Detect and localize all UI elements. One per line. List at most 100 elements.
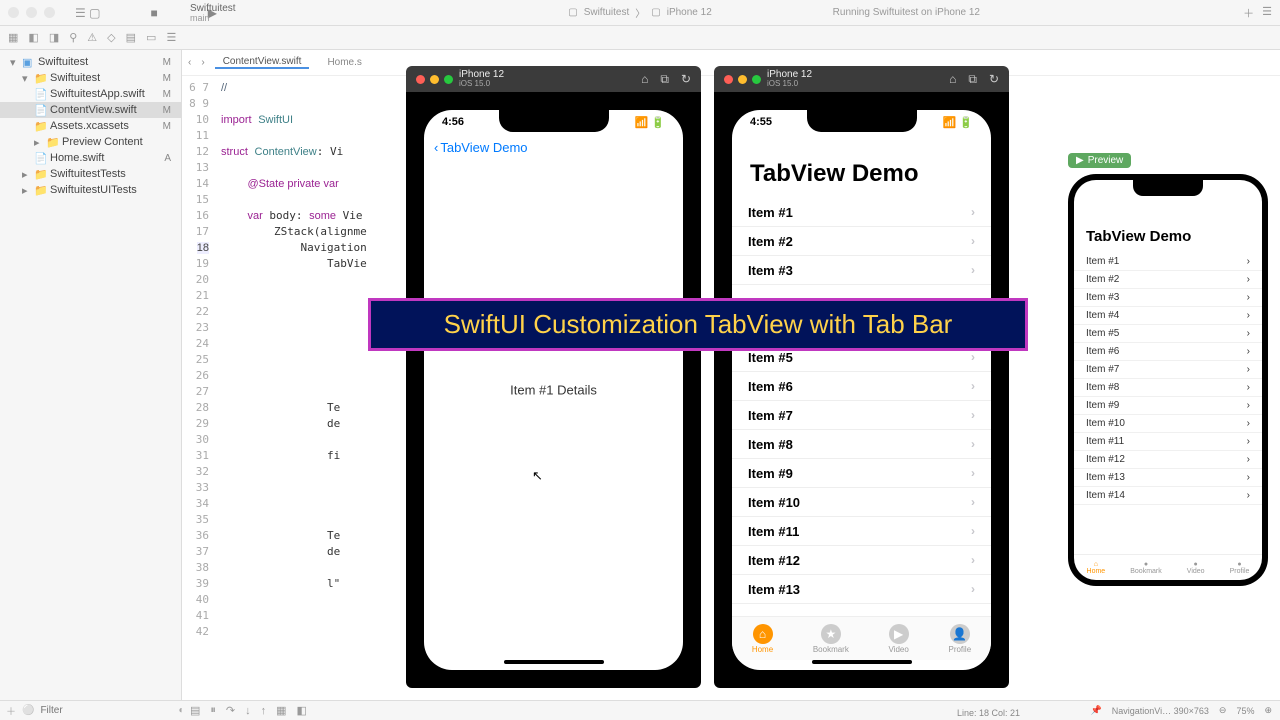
file-row[interactable]: ▸📁Preview Content xyxy=(0,134,181,150)
detail-text: Item #1 Details xyxy=(510,383,597,398)
project-folder[interactable]: ▾📁 Swiftuitest M xyxy=(0,70,181,86)
list-item[interactable]: Item #12› xyxy=(1074,451,1262,469)
back-button[interactable]: ‹ xyxy=(188,57,191,68)
simulator-window-1: iPhone 12 iOS 15.0 ⌂ ⧉ ↻ 4:56📶 🔋 ‹ TabVi… xyxy=(406,66,701,688)
sim-os: iOS 15.0 xyxy=(767,80,812,88)
stepover-icon[interactable]: ↷ xyxy=(226,704,235,717)
debug-nav-icon[interactable]: ▤ xyxy=(126,31,136,44)
project-root[interactable]: ▾▣ Swiftuitest M xyxy=(0,54,181,70)
editor-tab-active[interactable]: ContentView.swift xyxy=(215,56,310,69)
filter-icon[interactable]: ⚪ xyxy=(22,705,34,716)
test-nav-icon[interactable]: ◇ xyxy=(107,31,115,44)
forward-button[interactable]: › xyxy=(201,57,204,68)
list-item[interactable]: Item #2› xyxy=(732,227,991,256)
simulator-window-2: iPhone 12 iOS 15.0 ⌂ ⧉ ↻ 4:55📶 🔋 TabView… xyxy=(714,66,1009,688)
list-item[interactable]: Item #2› xyxy=(1074,271,1262,289)
stop-button[interactable]: ■ xyxy=(150,6,157,20)
debug-icon[interactable]: ▤ xyxy=(190,704,200,717)
memory-icon[interactable]: ◧ xyxy=(297,704,307,717)
tests-folder[interactable]: ▸📁SwiftuitestTests xyxy=(0,166,181,182)
list-item[interactable]: Item #11› xyxy=(732,517,991,546)
file-row[interactable]: 📄Home.swift A xyxy=(0,150,181,166)
list-item[interactable]: Item #1› xyxy=(1074,253,1262,271)
list-item[interactable]: Item #3› xyxy=(1074,289,1262,307)
report-nav-icon[interactable]: ☰ xyxy=(166,31,176,44)
screenshot-icon[interactable]: ⧉ xyxy=(968,72,977,87)
home-icon[interactable]: ⌂ xyxy=(949,72,956,87)
project-nav-icon[interactable]: ▦ xyxy=(8,31,18,44)
tab-bookmark[interactable]: ●Bookmark xyxy=(1130,561,1162,575)
list-item[interactable]: Item #6› xyxy=(1074,343,1262,361)
pause-icon[interactable]: ⏸ xyxy=(210,704,216,717)
list-item[interactable]: Item #10› xyxy=(732,488,991,517)
screenshot-icon[interactable]: ⧉ xyxy=(660,72,669,87)
zoom-level[interactable]: 75% xyxy=(1236,706,1254,716)
stepout-icon[interactable]: ↑ xyxy=(261,705,267,717)
list-view[interactable]: Item #1› Item #2› Item #3› Item #5› Item… xyxy=(732,198,991,614)
sim-traffic-lights[interactable] xyxy=(416,75,453,84)
status-icons: 📶 🔋 xyxy=(943,116,973,129)
preview-badge[interactable]: ▶ Preview xyxy=(1068,153,1131,168)
list-item[interactable]: Item #8› xyxy=(1074,379,1262,397)
list-item[interactable]: Item #11› xyxy=(1074,433,1262,451)
mouse-cursor: ↖ xyxy=(532,468,543,484)
tab-video[interactable]: ▶Video xyxy=(889,624,909,654)
home-indicator xyxy=(504,660,604,664)
tab-home[interactable]: ⌂Home xyxy=(1087,561,1106,575)
list-item[interactable]: Item #13› xyxy=(732,575,991,604)
source-control-nav-icon[interactable]: ◧ xyxy=(28,31,38,44)
view-debug-icon[interactable]: ▦ xyxy=(276,704,286,717)
zoom-in-icon[interactable]: ⊕ xyxy=(1264,705,1272,716)
list-item[interactable]: Item #14› xyxy=(732,604,991,614)
add-icon[interactable]: ＋ xyxy=(6,703,16,718)
file-row[interactable]: 📄SwiftuitestApp.swift M xyxy=(0,86,181,102)
list-item[interactable]: Item #4› xyxy=(1074,307,1262,325)
debug-bar: ▤ ⏸ ↷ ↓ ↑ ▦ ◧ xyxy=(182,700,1040,720)
list-item[interactable]: Item #3› xyxy=(732,256,991,285)
symbol-nav-icon[interactable]: ◨ xyxy=(49,31,59,44)
file-row[interactable]: 📁Assets.xcassets M xyxy=(0,118,181,134)
breakpoint-nav-icon[interactable]: ▭ xyxy=(146,31,156,44)
tab-bar: ⌂Home ★Bookmark ▶Video 👤Profile xyxy=(732,616,991,660)
list-item[interactable]: Item #9› xyxy=(1074,397,1262,415)
pin-icon[interactable]: 📌 xyxy=(1091,705,1102,716)
tab-home[interactable]: ⌂Home xyxy=(752,624,773,654)
uitests-folder[interactable]: ▸📁SwiftuitestUITests xyxy=(0,182,181,198)
scheme-selector[interactable]: Swiftuitest main xyxy=(190,3,236,24)
list-item[interactable]: Item #8› xyxy=(732,430,991,459)
run-destination[interactable]: ▢Swiftuitest 〉 ▢iPhone 12 xyxy=(568,5,712,20)
sim-os: iOS 15.0 xyxy=(459,80,504,88)
list-item[interactable]: Item #14› xyxy=(1074,487,1262,505)
sidebar-toggle-icon[interactable]: ☰ ▢ xyxy=(75,6,100,20)
rotate-icon[interactable]: ↻ xyxy=(681,72,691,87)
issue-nav-icon[interactable]: ⚠ xyxy=(87,31,97,44)
tab-bookmark[interactable]: ★Bookmark xyxy=(813,624,849,654)
list-item[interactable]: Item #12› xyxy=(732,546,991,575)
inspector-toggle[interactable]: ☰ xyxy=(1262,5,1272,21)
tab-video[interactable]: ●Video xyxy=(1187,561,1205,575)
tab-profile[interactable]: ●Profile xyxy=(1230,561,1250,575)
zoom-out-icon[interactable]: ⊖ xyxy=(1219,705,1227,716)
home-icon[interactable]: ⌂ xyxy=(641,72,648,87)
list-item[interactable]: Item #7› xyxy=(732,401,991,430)
rotate-icon[interactable]: ↻ xyxy=(989,72,999,87)
list-item[interactable]: Item #13› xyxy=(1074,469,1262,487)
list-item[interactable]: Item #9› xyxy=(732,459,991,488)
list-item[interactable]: Item #1› xyxy=(732,198,991,227)
file-row-selected[interactable]: 📄ContentView.swift M xyxy=(0,102,181,118)
list-item[interactable]: Item #6› xyxy=(732,372,991,401)
window-traffic-lights[interactable] xyxy=(8,7,55,18)
activity-status: Running Swiftuitest on iPhone 12 xyxy=(833,7,980,18)
tab-profile[interactable]: 👤Profile xyxy=(948,624,971,654)
sim-traffic-lights[interactable] xyxy=(724,75,761,84)
stepin-icon[interactable]: ↓ xyxy=(245,705,251,717)
list-item[interactable]: Item #7› xyxy=(1074,361,1262,379)
list-item[interactable]: Item #5› xyxy=(1074,325,1262,343)
nav-back-button[interactable]: ‹ TabView Demo xyxy=(434,140,528,155)
library-button[interactable]: ＋ xyxy=(1243,5,1254,21)
filter-input[interactable] xyxy=(40,705,172,716)
editor-tab[interactable]: Home.s xyxy=(319,57,369,68)
branch-name: main xyxy=(190,14,236,24)
list-item[interactable]: Item #10› xyxy=(1074,415,1262,433)
find-nav-icon[interactable]: ⚲ xyxy=(69,31,77,44)
